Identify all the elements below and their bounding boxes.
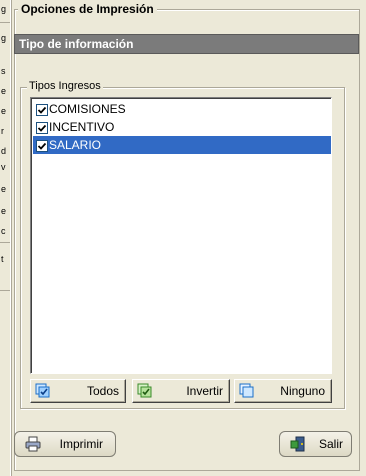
invertir-button[interactable]: Invertir [132, 379, 230, 403]
strip-char: e [1, 106, 7, 116]
print-options-title: Opciones de Impresión [18, 2, 157, 16]
list-item[interactable]: INCENTIVO [33, 118, 331, 136]
ninguno-label: Ninguno [280, 384, 325, 398]
strip-separator [0, 242, 10, 243]
income-types-checklist[interactable]: COMISIONES INCENTIVO SALARIO [30, 97, 332, 374]
checkbox[interactable] [36, 140, 48, 152]
uncheck-all-icon [239, 383, 255, 399]
imprimir-label: Imprimir [59, 437, 103, 451]
income-types-title: Tipos Ingresos [27, 79, 103, 93]
strip-char: d [1, 146, 7, 156]
strip-char: e [1, 86, 7, 96]
invert-icon [137, 383, 153, 399]
printer-icon [25, 436, 41, 452]
invertir-label: Invertir [186, 384, 223, 398]
list-item[interactable]: COMISIONES [33, 100, 331, 118]
todos-button[interactable]: Todos [30, 379, 126, 403]
info-type-bar: Tipo de información [14, 34, 359, 54]
strip-separator [0, 22, 10, 23]
info-type-label: Tipo de información [19, 37, 134, 51]
list-item-selected[interactable]: SALARIO [33, 136, 331, 154]
strip-char: t [1, 254, 4, 264]
strip-char: c [1, 226, 6, 236]
checkbox[interactable] [36, 104, 48, 116]
exit-icon [290, 436, 306, 452]
strip-char: e [1, 184, 7, 194]
list-item-label: COMISIONES [49, 102, 126, 116]
checkbox[interactable] [36, 122, 48, 134]
strip-char: s [1, 66, 6, 76]
ninguno-button[interactable]: Ninguno [234, 379, 332, 403]
salir-button[interactable]: Salir [279, 431, 352, 457]
left-panel-strip: g g s e e r d v e e c t [0, 0, 11, 476]
strip-char: e [1, 206, 7, 216]
strip-char: g [1, 33, 7, 43]
todos-label: Todos [86, 384, 119, 398]
imprimir-button[interactable]: Imprimir [14, 431, 116, 457]
strip-separator [0, 290, 10, 291]
salir-label: Salir [318, 437, 343, 451]
strip-char: g [1, 4, 7, 14]
list-item-label: SALARIO [49, 138, 102, 152]
list-item-label: INCENTIVO [49, 120, 115, 134]
strip-char: v [1, 162, 6, 172]
strip-char: r [1, 126, 4, 136]
check-all-icon [35, 383, 51, 399]
